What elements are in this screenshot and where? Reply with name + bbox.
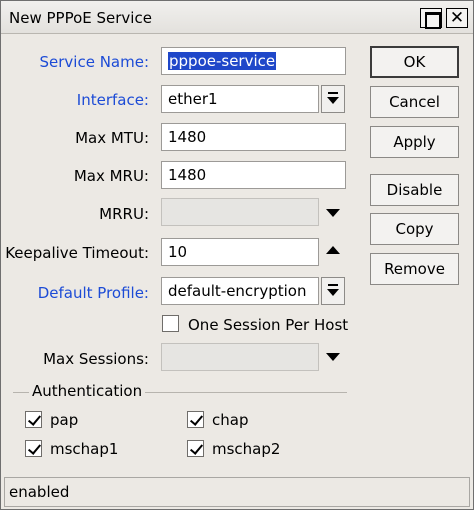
window-title: New PPPoE Service: [9, 9, 152, 27]
keepalive-timeout-input[interactable]: 10: [161, 238, 319, 266]
authentication-group-title: Authentication: [29, 382, 146, 400]
max-mru-input[interactable]: 1480: [161, 161, 346, 189]
mschap2-checkbox[interactable]: [187, 440, 204, 457]
interface-select[interactable]: ether1: [161, 85, 319, 113]
service-name-input[interactable]: pppoe-service: [161, 47, 346, 75]
max-sessions-input[interactable]: [161, 343, 319, 371]
chap-label: chap: [212, 411, 249, 429]
one-session-per-host-checkbox[interactable]: [162, 315, 179, 332]
pap-label: pap: [50, 411, 79, 429]
copy-button[interactable]: Copy: [370, 213, 459, 245]
chap-checkbox[interactable]: [187, 411, 204, 428]
default-profile-label[interactable]: Default Profile:: [38, 284, 149, 302]
pppoe-service-dialog: New PPPoE Service ✕ Service Name: pppoe-…: [0, 0, 474, 510]
one-session-per-host-label: One Session Per Host: [188, 316, 349, 334]
mschap1-label: mschap1: [50, 440, 119, 458]
interface-dropdown-icon[interactable]: [321, 85, 345, 113]
title-bar[interactable]: New PPPoE Service ✕: [1, 1, 473, 34]
service-name-label[interactable]: Service Name:: [39, 53, 149, 71]
max-sessions-expand-icon[interactable]: [326, 353, 340, 361]
mrru-input[interactable]: [161, 198, 319, 226]
maximize-icon[interactable]: [420, 8, 442, 29]
max-mtu-label: Max MTU:: [75, 129, 149, 147]
service-name-value: pppoe-service: [168, 52, 277, 70]
keepalive-timeout-label: Keepalive Timeout:: [5, 244, 149, 262]
apply-button[interactable]: Apply: [370, 126, 459, 158]
mrru-expand-icon[interactable]: [326, 209, 340, 217]
cancel-button[interactable]: Cancel: [370, 86, 459, 118]
authentication-group-line-right: [135, 392, 347, 393]
disable-button[interactable]: Disable: [370, 174, 459, 206]
close-icon[interactable]: ✕: [446, 8, 468, 28]
mschap2-label: mschap2: [212, 440, 281, 458]
ok-button[interactable]: OK: [370, 46, 459, 78]
default-profile-dropdown-icon[interactable]: [321, 277, 345, 305]
remove-button[interactable]: Remove: [370, 253, 459, 285]
pap-checkbox[interactable]: [25, 411, 42, 428]
keepalive-collapse-icon[interactable]: [326, 246, 340, 254]
mrru-label: MRRU:: [99, 205, 149, 223]
status-bar: enabled: [4, 477, 470, 507]
default-profile-select[interactable]: default-encryption: [161, 277, 319, 305]
max-mru-label: Max MRU:: [73, 167, 149, 185]
max-mtu-input[interactable]: 1480: [161, 123, 346, 151]
interface-label[interactable]: Interface:: [77, 91, 149, 109]
mschap1-checkbox[interactable]: [25, 440, 42, 457]
max-sessions-label: Max Sessions:: [43, 350, 149, 368]
status-text: enabled: [9, 483, 70, 501]
